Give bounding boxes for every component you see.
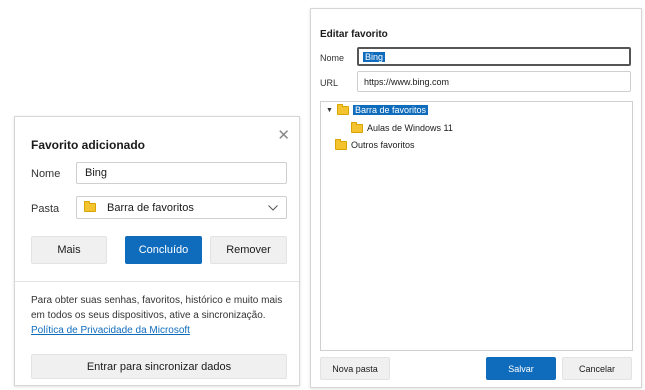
url-label: URL: [320, 78, 339, 88]
caret-down-icon[interactable]: ▼: [326, 107, 333, 114]
tree-item-aulas-de-windows-11[interactable]: Aulas de Windows 11: [351, 121, 453, 133]
folder-icon: [84, 201, 96, 212]
folder-label: Pasta: [31, 203, 60, 215]
tree-item-label: Aulas de Windows 11: [367, 123, 453, 133]
name-label: Nome: [31, 168, 61, 180]
name-field-value: Bing: [363, 51, 386, 62]
sync-text: Para obter suas senhas, favoritos, histó…: [31, 295, 283, 321]
save-button[interactable]: Salvar: [486, 357, 556, 380]
name-field[interactable]: Bing: [357, 47, 631, 66]
folder-select[interactable]: Barra de favoritos: [76, 196, 287, 219]
url-field-value: https://www.bing.com: [364, 76, 450, 87]
tree-item-label: Barra de favoritos: [352, 105, 428, 115]
folder-icon: [336, 103, 349, 115]
remove-button[interactable]: Remover: [210, 236, 287, 264]
favorite-added-dialog: Favorito adicionado ✕ Nome Bing Pasta Ba…: [14, 116, 300, 386]
more-button[interactable]: Mais: [31, 236, 107, 264]
sync-signin-button[interactable]: Entrar para sincronizar dados: [31, 354, 287, 379]
folder-tree: ▼ Barra de favoritos Aulas de Windows 11…: [320, 101, 633, 351]
edit-favorite-dialog: Editar favorito Nome Bing URL https://ww…: [310, 8, 642, 388]
new-folder-button[interactable]: Nova pasta: [320, 357, 390, 380]
tree-item-barra-de-favoritos[interactable]: ▼ Barra de favoritos: [326, 103, 428, 115]
done-button[interactable]: Concluído: [125, 236, 202, 264]
name-field-value: Bing: [85, 167, 108, 179]
folder-icon: [351, 121, 363, 133]
name-field[interactable]: Bing: [76, 162, 287, 184]
close-icon[interactable]: ✕: [277, 128, 290, 143]
privacy-link[interactable]: Política de Privacidade da Microsoft: [31, 325, 190, 336]
favorite-added-title: Favorito adicionado: [31, 138, 146, 152]
tree-item-label: Outros favoritos: [351, 140, 415, 150]
edit-favorite-title: Editar favorito: [320, 29, 388, 40]
sync-description: Para obter suas senhas, favoritos, histó…: [31, 293, 289, 338]
folder-icon: [335, 138, 347, 150]
cancel-button[interactable]: Cancelar: [562, 357, 632, 380]
tree-item-outros-favoritos[interactable]: Outros favoritos: [335, 138, 415, 150]
name-label: Nome: [320, 53, 345, 63]
folder-select-value: Barra de favoritos: [107, 201, 194, 214]
url-field[interactable]: https://www.bing.com: [357, 71, 631, 92]
divider: [15, 281, 299, 282]
chevron-down-icon: [268, 205, 278, 211]
